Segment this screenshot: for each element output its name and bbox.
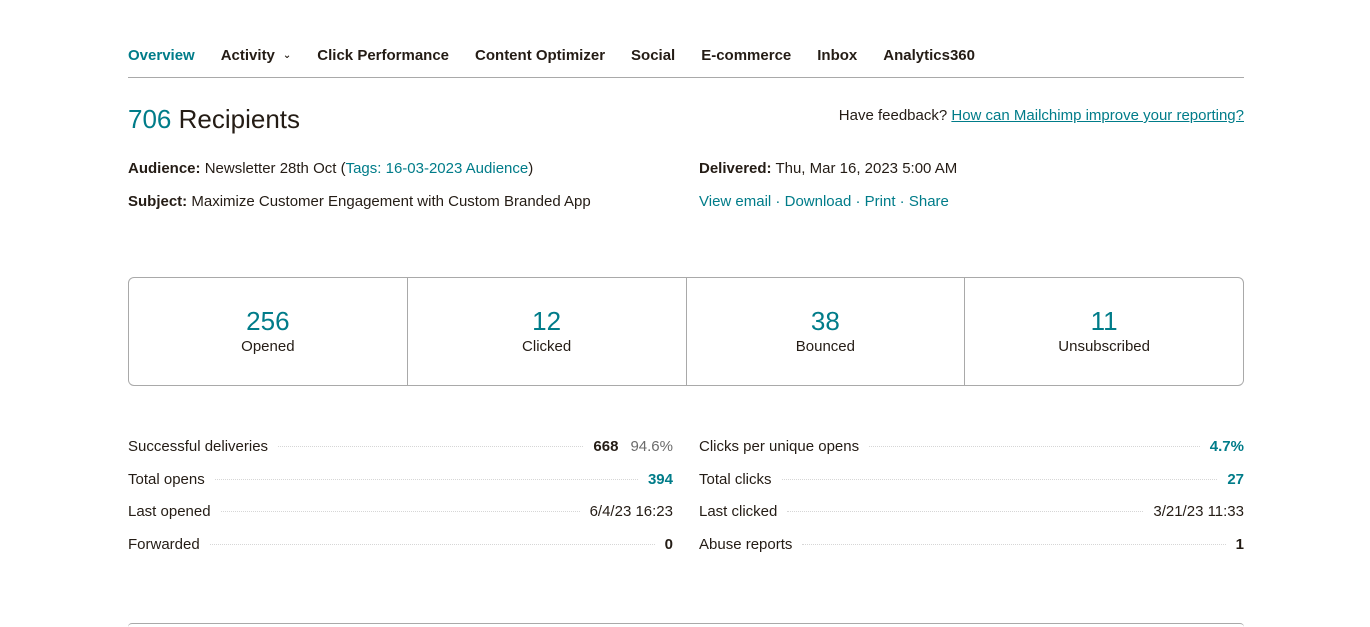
delivered-label: Delivered: xyxy=(699,160,772,177)
delivered-info: Delivered: Thu, Mar 16, 2023 5:00 AM xyxy=(699,160,957,177)
metric-row-total-clicks: Total clicks 27 xyxy=(699,471,1244,504)
metric-row-forwarded: Forwarded 0 xyxy=(128,536,673,569)
tags-link[interactable]: Tags: 16-03-2023 Audience xyxy=(346,160,529,177)
separator: · xyxy=(851,193,865,210)
metric-label: Total clicks xyxy=(699,470,772,488)
metric-value: 668 xyxy=(593,438,619,455)
stat-label: Clicked xyxy=(522,338,572,355)
dotted-leader xyxy=(278,446,584,447)
page-title: 706 Recipients xyxy=(128,104,300,135)
report-tabs: Overview Activity ⌄ Click Performance Con… xyxy=(128,44,1244,78)
view-email-link[interactable]: View email xyxy=(699,193,771,210)
metric-value: 4.7% xyxy=(1209,438,1244,455)
print-link[interactable]: Print xyxy=(865,193,896,210)
metric-row-clicks-per-unique-opens: Clicks per unique opens 4.7% xyxy=(699,438,1244,471)
stat-value: 256 xyxy=(246,306,290,336)
dotted-leader xyxy=(787,511,1144,512)
dotted-leader xyxy=(781,478,1218,480)
stat-label: Opened xyxy=(241,338,295,355)
metric-percent: 94.6% xyxy=(630,438,673,455)
metric-value-link[interactable]: 27 xyxy=(1227,471,1244,488)
dotted-leader xyxy=(220,511,580,512)
metric-label: Abuse reports xyxy=(699,535,793,553)
metrics-right: Clicks per unique opens 4.7% Total click… xyxy=(699,438,1244,568)
tab-activity[interactable]: Activity ⌄ xyxy=(221,44,292,77)
dotted-leader xyxy=(214,478,638,480)
stat-label: Bounced xyxy=(795,338,855,355)
metric-row-last-clicked: Last clicked 3/21/23 11:33 xyxy=(699,503,1244,536)
stat-unsubscribed[interactable]: 11 Unsubscribed xyxy=(965,278,1243,385)
metric-label: Total opens xyxy=(128,470,205,488)
tab-analytics360[interactable]: Analytics360 xyxy=(883,44,975,77)
delivered-value: Thu, Mar 16, 2023 5:00 AM xyxy=(775,160,958,177)
next-panel-edge xyxy=(128,623,1244,627)
audience-info: Audience: Newsletter 28th Oct (Tags: 16-… xyxy=(128,160,533,177)
dotted-leader xyxy=(802,543,1226,545)
tags-open-paren: ( xyxy=(336,160,346,177)
audience-label: Audience: xyxy=(128,160,201,177)
stat-clicked[interactable]: 12 Clicked xyxy=(408,278,687,385)
metric-label: Forwarded xyxy=(128,535,200,553)
stat-opened[interactable]: 256 Opened xyxy=(129,278,408,385)
dotted-leader xyxy=(869,446,1200,447)
metric-value: 3/21/23 11:33 xyxy=(1153,503,1244,520)
stat-label: Unsubscribed xyxy=(1058,338,1150,355)
tab-overview[interactable]: Overview xyxy=(128,44,195,77)
metric-row-total-opens: Total opens 394 xyxy=(128,471,673,504)
metric-row-successful-deliveries: Successful deliveries 668 94.6% xyxy=(128,438,673,471)
metrics-left: Successful deliveries 668 94.6% Total op… xyxy=(128,438,673,568)
subject-info: Subject: Maximize Customer Engagement wi… xyxy=(128,193,591,210)
feedback-text: Have feedback? xyxy=(838,107,948,124)
stat-value: 38 xyxy=(810,306,840,336)
metric-label: Last clicked xyxy=(699,503,778,520)
subject-label: Subject: xyxy=(128,193,188,210)
share-link[interactable]: Share xyxy=(909,193,949,210)
tags-close-paren: ) xyxy=(528,160,534,177)
tab-social[interactable]: Social xyxy=(631,44,675,77)
tab-activity-label: Activity xyxy=(220,47,275,64)
stat-value: 11 xyxy=(1090,306,1118,336)
metric-value-link[interactable]: 394 xyxy=(648,471,673,488)
metric-row-abuse-reports: Abuse reports 1 xyxy=(699,536,1244,569)
metric-row-last-opened: Last opened 6/4/23 16:23 xyxy=(128,503,673,536)
feedback-link[interactable]: How can Mailchimp improve your reporting… xyxy=(951,107,1244,124)
recipients-count: 706 xyxy=(128,104,172,134)
tab-click-performance[interactable]: Click Performance xyxy=(317,44,449,77)
feedback-prompt: Have feedback? How can Mailchimp improve… xyxy=(839,107,1244,124)
tab-inbox[interactable]: Inbox xyxy=(817,44,857,77)
separator: · xyxy=(895,193,909,210)
subject-value: Maximize Customer Engagement with Custom… xyxy=(191,193,591,210)
stat-value: 12 xyxy=(532,306,562,336)
metric-value: 0 xyxy=(664,535,673,553)
chevron-down-icon: ⌄ xyxy=(282,50,292,61)
stats-panel: 256 Opened 12 Clicked 38 Bounced 11 Unsu… xyxy=(128,277,1244,386)
dotted-leader xyxy=(209,543,655,545)
tab-content-optimizer[interactable]: Content Optimizer xyxy=(475,44,605,77)
tab-ecommerce[interactable]: E-commerce xyxy=(701,44,791,77)
audience-value: Newsletter 28th Oct xyxy=(204,160,337,177)
separator: · xyxy=(771,193,785,210)
stat-bounced[interactable]: 38 Bounced xyxy=(687,278,966,385)
metric-label: Last opened xyxy=(128,503,211,520)
email-actions: View email · Download · Print · Share xyxy=(699,193,949,210)
metric-label: Successful deliveries xyxy=(128,438,269,455)
metric-value: 6/4/23 16:23 xyxy=(589,503,673,520)
recipients-label: Recipients xyxy=(178,104,301,134)
metric-label: Clicks per unique opens xyxy=(699,438,860,455)
download-link[interactable]: Download xyxy=(785,193,852,210)
metric-value: 1 xyxy=(1235,535,1244,553)
